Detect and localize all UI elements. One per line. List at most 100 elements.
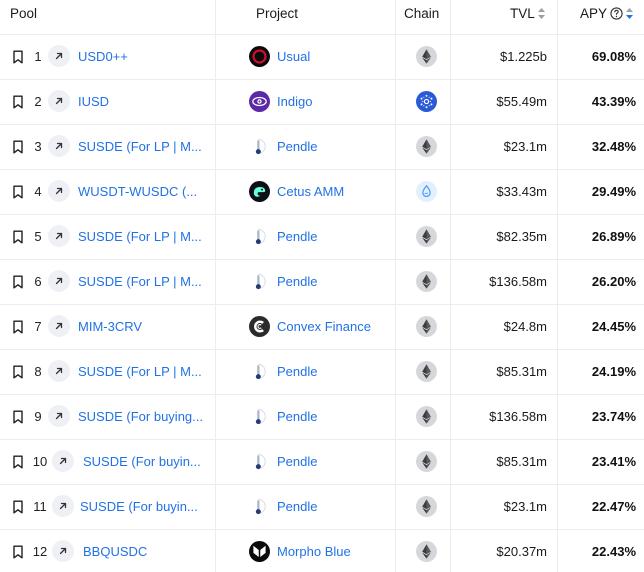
- pool-link[interactable]: SUSDE (For LP | M...: [78, 349, 202, 394]
- pool-link[interactable]: USD0++: [78, 34, 128, 79]
- sui-icon[interactable]: [416, 181, 437, 202]
- project-link[interactable]: Pendle: [277, 349, 317, 394]
- external-link-button[interactable]: [48, 180, 70, 202]
- external-link-button[interactable]: [52, 540, 74, 562]
- row-rank: 5: [34, 229, 42, 244]
- pool-link[interactable]: SUSDE (For LP | M...: [78, 124, 202, 169]
- apy-value: 23.74%: [591, 409, 636, 424]
- ethereum-icon[interactable]: [416, 451, 437, 472]
- pendle-icon: [249, 406, 270, 427]
- tvl-value: $20.37m: [496, 544, 547, 559]
- bookmark-icon[interactable]: [12, 185, 24, 199]
- ethereum-icon[interactable]: [416, 361, 437, 382]
- external-link-button[interactable]: [52, 495, 74, 517]
- external-link-button[interactable]: [48, 315, 70, 337]
- indigo-icon: [249, 91, 270, 112]
- external-link-button[interactable]: [48, 90, 70, 112]
- project-link[interactable]: Morpho Blue: [277, 529, 351, 572]
- project-link[interactable]: Pendle: [277, 124, 317, 169]
- ethereum-icon[interactable]: [416, 271, 437, 292]
- external-link-button[interactable]: [48, 135, 70, 157]
- row-rank: 2: [34, 94, 42, 109]
- tvl-value: $55.49m: [496, 94, 547, 109]
- pool-link[interactable]: SUSDE (For LP | M...: [78, 259, 202, 304]
- pool-link[interactable]: IUSD: [78, 79, 109, 124]
- tvl-value: $23.1m: [503, 139, 547, 154]
- row-rank: 9: [34, 409, 42, 424]
- project-link[interactable]: Convex Finance: [277, 304, 371, 349]
- ethereum-icon[interactable]: [416, 406, 437, 427]
- project-link[interactable]: Pendle: [277, 259, 317, 304]
- bookmark-icon[interactable]: [12, 140, 24, 154]
- ethereum-icon[interactable]: [416, 496, 437, 517]
- external-link-button[interactable]: [48, 360, 70, 382]
- tvl-value: $85.31m: [496, 454, 547, 469]
- apy-value: 69.08%: [591, 49, 636, 64]
- tvl-value: $136.58m: [489, 409, 547, 424]
- cetus-icon: [249, 181, 270, 202]
- bookmark-icon[interactable]: [12, 455, 24, 469]
- table-row: 7 MIM-3CRV Convex Finance $24.8m 24.45%: [0, 304, 644, 349]
- pool-link[interactable]: BBQUSDC: [83, 529, 147, 572]
- external-link-icon: [58, 501, 68, 511]
- ethereum-icon[interactable]: [416, 46, 437, 67]
- bookmark-icon[interactable]: [12, 500, 24, 514]
- sort-icon[interactable]: [537, 7, 545, 19]
- bookmark-icon[interactable]: [12, 410, 24, 424]
- tvl-value: $33.43m: [496, 184, 547, 199]
- external-link-button[interactable]: [48, 225, 70, 247]
- apy-header-label: APY: [580, 6, 608, 21]
- external-link-icon: [54, 411, 64, 421]
- usual-icon: [249, 46, 270, 67]
- table-row: 4 WUSDT-WUSDC (... Cetus AMM $33.43m 29.49%: [0, 169, 644, 214]
- project-link[interactable]: Pendle: [277, 394, 317, 439]
- external-link-button[interactable]: [48, 45, 70, 67]
- table-row: 10 SUSDE (For buyin... Pendle $85.31m 23.41%: [0, 439, 644, 484]
- bookmark-icon[interactable]: [12, 230, 24, 244]
- project-link[interactable]: Indigo: [277, 79, 312, 124]
- bookmark-icon[interactable]: [12, 50, 24, 64]
- question-info-icon[interactable]: [610, 7, 623, 20]
- ethereum-icon[interactable]: [416, 316, 437, 337]
- pool-link[interactable]: SUSDE (For buyin...: [80, 484, 198, 529]
- row-rank: 7: [34, 319, 42, 334]
- pool-link[interactable]: WUSDT-WUSDC (...: [78, 169, 197, 214]
- pool-link[interactable]: MIM-3CRV: [78, 304, 142, 349]
- bookmark-icon[interactable]: [12, 275, 24, 289]
- tvl-value: $82.35m: [496, 229, 547, 244]
- project-link[interactable]: Pendle: [277, 214, 317, 259]
- table-row: 6 SUSDE (For LP | M... Pendle $136.58m 26.20…: [0, 259, 644, 304]
- cardano-icon[interactable]: [416, 91, 437, 112]
- project-link[interactable]: Pendle: [277, 439, 317, 484]
- row-rank: 12: [32, 544, 48, 559]
- project-link[interactable]: Pendle: [277, 484, 317, 529]
- external-link-icon: [54, 366, 64, 376]
- project-column-header: Project: [256, 6, 299, 21]
- ethereum-icon[interactable]: [416, 226, 437, 247]
- tvl-column-header[interactable]: TVL: [510, 0, 545, 34]
- external-link-button[interactable]: [52, 450, 74, 472]
- pool-column-header: Pool: [10, 6, 38, 21]
- table-row: 9 SUSDE (For buying... Pendle $136.58m 23.74…: [0, 394, 644, 439]
- ethereum-icon[interactable]: [416, 541, 437, 562]
- row-rank: 8: [34, 364, 42, 379]
- project-link[interactable]: Cetus AMM: [277, 169, 344, 214]
- external-link-button[interactable]: [48, 405, 70, 427]
- apy-column-header[interactable]: APY: [580, 0, 634, 34]
- external-link-button[interactable]: [48, 270, 70, 292]
- tvl-value: $85.31m: [496, 364, 547, 379]
- row-rank: 10: [32, 454, 48, 469]
- bookmark-icon[interactable]: [12, 320, 24, 334]
- sort-icon-active[interactable]: [626, 7, 634, 19]
- bookmark-icon[interactable]: [12, 95, 24, 109]
- bookmark-icon[interactable]: [12, 545, 24, 559]
- project-link[interactable]: Usual: [277, 34, 310, 79]
- ethereum-icon[interactable]: [416, 136, 437, 157]
- pool-link[interactable]: SUSDE (For LP | M...: [78, 214, 202, 259]
- pool-link[interactable]: SUSDE (For buyin...: [83, 439, 201, 484]
- bookmark-icon[interactable]: [12, 365, 24, 379]
- row-rank: 4: [34, 184, 42, 199]
- tvl-value: $136.58m: [489, 274, 547, 289]
- pool-link[interactable]: SUSDE (For buying...: [78, 394, 203, 439]
- pendle-icon: [249, 136, 270, 157]
